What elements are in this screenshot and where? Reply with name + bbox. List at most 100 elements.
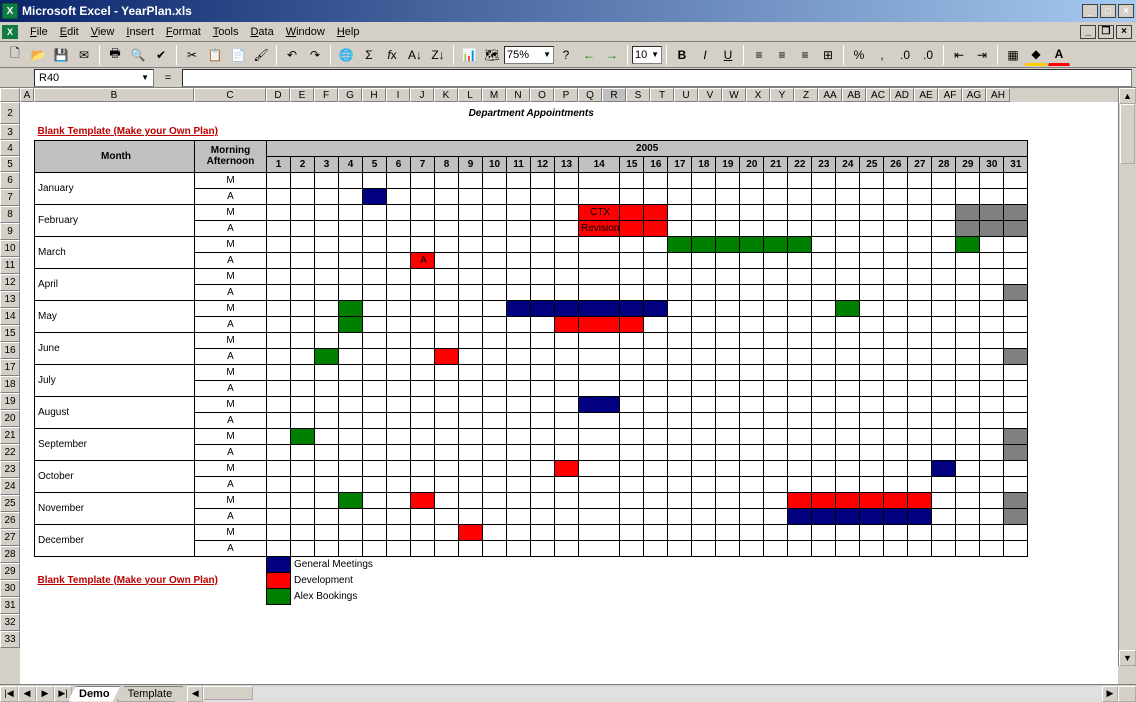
row-header-14[interactable]: 14 (0, 308, 20, 325)
workbook-icon[interactable]: X (2, 25, 18, 39)
row-header-28[interactable]: 28 (0, 546, 20, 563)
col-header-D[interactable]: D (266, 88, 290, 102)
percent-icon[interactable]: % (848, 44, 870, 66)
fill-color-icon[interactable]: ◆ (1025, 44, 1047, 66)
col-header-F[interactable]: F (314, 88, 338, 102)
minimize-button[interactable]: _ (1082, 4, 1098, 18)
menu-tools[interactable]: Tools (207, 25, 245, 39)
menu-data[interactable]: Data (244, 25, 279, 39)
row-header-16[interactable]: 16 (0, 342, 20, 359)
row-header-31[interactable]: 31 (0, 597, 20, 614)
col-header-U[interactable]: U (674, 88, 698, 102)
col-header-A[interactable]: A (20, 88, 34, 102)
col-header-B[interactable]: B (34, 88, 194, 102)
help-icon[interactable]: ? (555, 44, 577, 66)
row-header-24[interactable]: 24 (0, 478, 20, 495)
merge-icon[interactable]: ⊞ (817, 44, 839, 66)
decrease-indent-icon[interactable]: ⇤ (948, 44, 970, 66)
col-header-AE[interactable]: AE (914, 88, 938, 102)
menu-insert[interactable]: Insert (120, 25, 160, 39)
row-header-11[interactable]: 11 (0, 257, 20, 274)
close-button[interactable]: × (1118, 4, 1134, 18)
col-header-H[interactable]: H (362, 88, 386, 102)
col-header-S[interactable]: S (626, 88, 650, 102)
spellcheck-icon[interactable]: ✔ (150, 44, 172, 66)
col-header-C[interactable]: C (194, 88, 266, 102)
col-header-L[interactable]: L (458, 88, 482, 102)
col-header-W[interactable]: W (722, 88, 746, 102)
row-header-5[interactable]: 5 (0, 156, 20, 172)
nav-fwd-icon[interactable]: → (601, 44, 623, 66)
print-icon[interactable]: 🖶 (104, 44, 126, 66)
new-icon[interactable]: 🗋 (4, 44, 26, 66)
row-header-4[interactable]: 4 (0, 140, 20, 156)
zoom-box[interactable]: 75%▼ (504, 46, 554, 64)
row-header-2[interactable]: 2 (0, 102, 20, 124)
cut-icon[interactable]: ✂ (181, 44, 203, 66)
col-header-AD[interactable]: AD (890, 88, 914, 102)
row-header-32[interactable]: 32 (0, 614, 20, 631)
col-header-K[interactable]: K (434, 88, 458, 102)
col-header-E[interactable]: E (290, 88, 314, 102)
font-color-icon[interactable]: A (1048, 44, 1070, 66)
col-header-R[interactable]: R (602, 88, 626, 102)
col-header-Q[interactable]: Q (578, 88, 602, 102)
menu-window[interactable]: Window (280, 25, 331, 39)
sort-desc-icon[interactable]: Z↓ (427, 44, 449, 66)
row-header-18[interactable]: 18 (0, 376, 20, 393)
col-header-N[interactable]: N (506, 88, 530, 102)
vertical-scrollbar[interactable]: ▲ ▼ (1118, 88, 1136, 666)
col-header-X[interactable]: X (746, 88, 770, 102)
scroll-down-icon[interactable]: ▼ (1119, 650, 1136, 666)
format-painter-icon[interactable]: 🖌 (250, 44, 272, 66)
redo-icon[interactable]: ↷ (304, 44, 326, 66)
italic-icon[interactable]: I (694, 44, 716, 66)
select-all-corner[interactable] (0, 88, 20, 102)
sort-asc-icon[interactable]: A↓ (404, 44, 426, 66)
col-header-O[interactable]: O (530, 88, 554, 102)
row-header-26[interactable]: 26 (0, 512, 20, 529)
row-header-29[interactable]: 29 (0, 563, 20, 580)
row-header-19[interactable]: 19 (0, 393, 20, 410)
align-center-icon[interactable]: ≡ (771, 44, 793, 66)
col-header-AG[interactable]: AG (962, 88, 986, 102)
col-header-M[interactable]: M (482, 88, 506, 102)
row-header-21[interactable]: 21 (0, 427, 20, 444)
chart-icon[interactable]: 📊 (458, 44, 480, 66)
col-header-AH[interactable]: AH (986, 88, 1010, 102)
col-header-I[interactable]: I (386, 88, 410, 102)
formula-input[interactable] (182, 69, 1132, 87)
menu-file[interactable]: File (24, 25, 54, 39)
hyperlink-icon[interactable]: 🌐 (335, 44, 357, 66)
undo-icon[interactable]: ↶ (281, 44, 303, 66)
col-header-Z[interactable]: Z (794, 88, 818, 102)
row-header-12[interactable]: 12 (0, 274, 20, 291)
row-header-6[interactable]: 6 (0, 172, 20, 189)
row-header-27[interactable]: 27 (0, 529, 20, 546)
col-header-Y[interactable]: Y (770, 88, 794, 102)
maximize-button[interactable]: □ (1100, 4, 1116, 18)
row-header-9[interactable]: 9 (0, 223, 20, 240)
grid[interactable]: Department AppointmentsBlank Template (M… (20, 102, 1118, 684)
print-preview-icon[interactable]: 🔍 (127, 44, 149, 66)
col-header-P[interactable]: P (554, 88, 578, 102)
map-icon[interactable]: 🗺 (481, 44, 503, 66)
doc-minimize-button[interactable]: _ (1080, 25, 1096, 39)
col-header-T[interactable]: T (650, 88, 674, 102)
save-icon[interactable]: 💾 (50, 44, 72, 66)
row-header-7[interactable]: 7 (0, 189, 20, 206)
mail-icon[interactable]: ✉ (73, 44, 95, 66)
row-header-3[interactable]: 3 (0, 124, 20, 140)
borders-icon[interactable]: ▦ (1002, 44, 1024, 66)
underline-icon[interactable]: U (717, 44, 739, 66)
row-header-20[interactable]: 20 (0, 410, 20, 427)
col-header-AB[interactable]: AB (842, 88, 866, 102)
autosum-icon[interactable]: Σ (358, 44, 380, 66)
function-icon[interactable]: fx (381, 44, 403, 66)
align-left-icon[interactable]: ≡ (748, 44, 770, 66)
menu-help[interactable]: Help (331, 25, 366, 39)
copy-icon[interactable]: 📋 (204, 44, 226, 66)
align-right-icon[interactable]: ≡ (794, 44, 816, 66)
scroll-up-icon[interactable]: ▲ (1119, 88, 1136, 104)
bold-icon[interactable]: B (671, 44, 693, 66)
